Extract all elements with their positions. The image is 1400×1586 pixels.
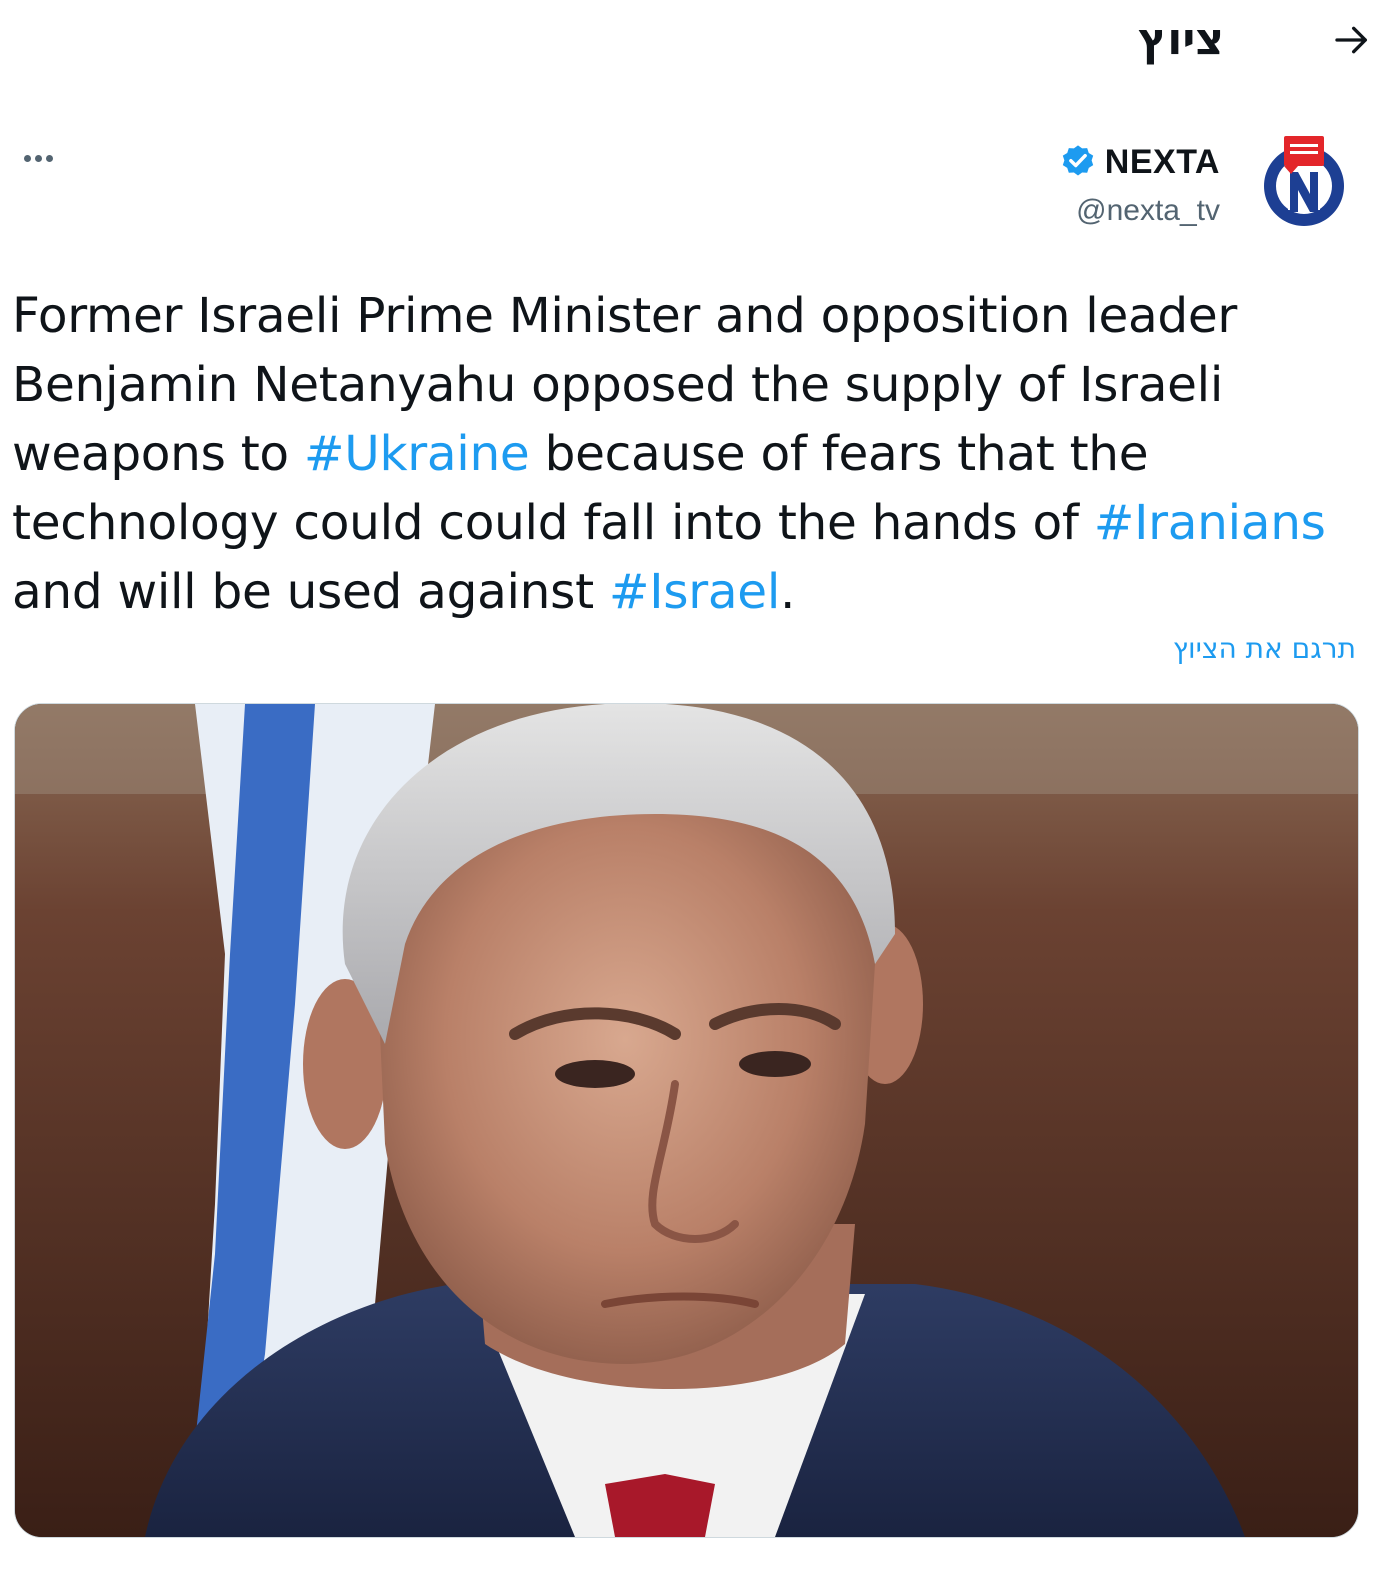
translate-tweet-link[interactable]: תרגם את הציוץ: [1173, 632, 1356, 665]
hashtag-ukraine[interactable]: #Ukraine: [304, 426, 530, 482]
more-options-icon: [22, 154, 55, 162]
author-display-name[interactable]: NEXTA: [1105, 143, 1220, 182]
nexta-logo-icon: [1264, 136, 1345, 226]
more-options-button[interactable]: [16, 140, 60, 176]
hashtag-israel[interactable]: #Israel: [609, 564, 780, 620]
avatar[interactable]: [1258, 134, 1350, 230]
back-button[interactable]: [1328, 16, 1376, 64]
tweet-author[interactable]: NEXTA @nexta_tv: [1059, 140, 1220, 228]
page-title: ציוץ: [1138, 14, 1224, 65]
tweet-text-segment: .: [780, 564, 796, 620]
verified-badge-icon: [1062, 145, 1093, 176]
tweet-text: Former Israeli Prime Minister and opposi…: [12, 282, 1382, 627]
tweet-text-segment: and will be used against: [12, 564, 609, 620]
hashtag-iranians[interactable]: #Iranians: [1094, 495, 1326, 551]
portrait-image: [15, 704, 1358, 1537]
arrow-right-icon: [1335, 26, 1367, 54]
tweet-photo[interactable]: [14, 703, 1359, 1538]
author-handle[interactable]: @nexta_tv: [1059, 194, 1220, 228]
top-header: ציוץ: [0, 0, 1400, 90]
